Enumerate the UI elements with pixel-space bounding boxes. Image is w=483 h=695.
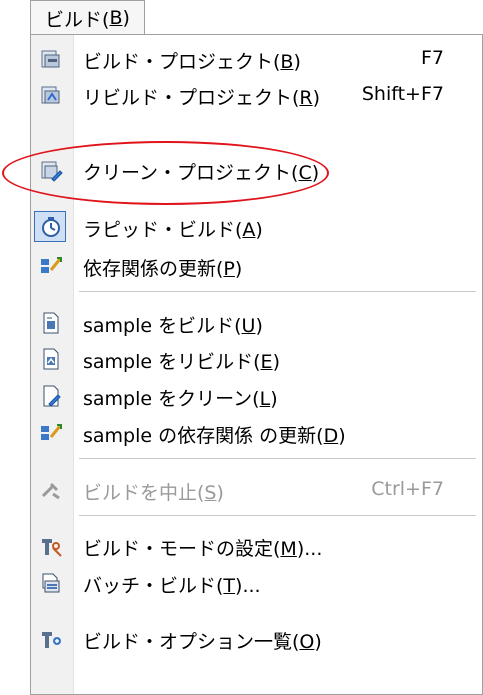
build-menu-title[interactable]: ビルド(B)	[30, 0, 145, 35]
build-menu-title-text: ビルド(	[45, 8, 110, 31]
menu-item-sample-build[interactable]: sample をビルド(U)	[31, 305, 482, 341]
rebuild-icon	[39, 83, 63, 107]
file-update-dependencies-icon	[39, 421, 63, 445]
build-mode-icon	[39, 534, 63, 558]
menu-item-sample-update-dependencies[interactable]: sample の依存関係 の更新(D)	[31, 415, 482, 451]
shortcut-label: Ctrl+F7	[371, 478, 444, 500]
menu-item-rapid-build[interactable]: ラピッド・ビルド(A)	[31, 209, 482, 245]
menu-item-sample-clean[interactable]: sample をクリーン(L)	[31, 378, 482, 414]
rapid-build-icon	[39, 215, 63, 239]
update-dependencies-icon	[39, 254, 63, 278]
build-menu-title-end: )	[122, 7, 130, 29]
build-icon	[39, 47, 63, 71]
build-menu-title-mnemonic: B	[109, 7, 123, 29]
menu-item-build-options-list[interactable]: ビルド・オプション一覧(O)	[31, 621, 482, 657]
shortcut-label: Shift+F7	[361, 83, 444, 105]
menu-separator	[79, 515, 476, 516]
file-clean-icon	[39, 384, 63, 408]
menu-item-update-dependencies[interactable]: 依存関係の更新(P)	[31, 248, 482, 284]
file-rebuild-icon	[39, 347, 63, 371]
menu-separator	[79, 291, 476, 292]
batch-build-icon	[39, 571, 63, 595]
shortcut-label: F7	[420, 47, 444, 69]
menu-item-clean-project[interactable]: クリーン・プロジェクト(C)	[31, 152, 482, 188]
menu-item-build-mode-settings[interactable]: ビルド・モードの設定(M)...	[31, 528, 482, 564]
menu-item-rebuild-project[interactable]: リビルド・プロジェクト(R) Shift+F7	[31, 77, 482, 113]
menu-item-sample-rebuild[interactable]: sample をリビルド(E)	[31, 341, 482, 377]
stop-build-icon	[39, 478, 63, 502]
clean-icon	[39, 158, 63, 182]
file-build-icon	[39, 311, 63, 335]
build-options-list-icon	[39, 627, 63, 651]
menu-item-stop-build: ビルドを中止(S) Ctrl+F7	[31, 472, 482, 508]
menu-item-build-project[interactable]: ビルド・プロジェクト(B) F7	[31, 41, 482, 77]
build-menu-dropdown: ビルド・プロジェクト(B) F7 リビルド・プロジェクト(R) Shift+F7…	[30, 34, 483, 695]
menu-separator	[79, 458, 476, 459]
menu-item-batch-build[interactable]: バッチ・ビルド(T)...	[31, 565, 482, 601]
